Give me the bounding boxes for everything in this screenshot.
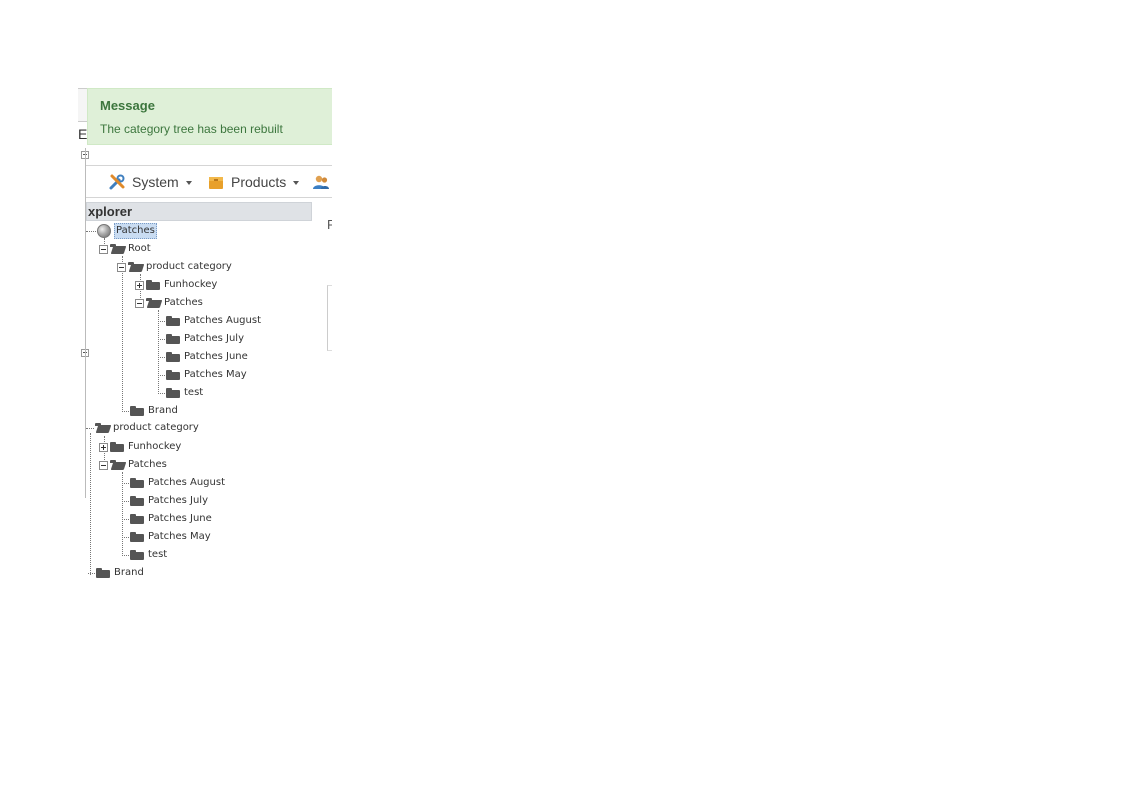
tree-node-patches-august[interactable]: Patches August xyxy=(158,313,263,329)
products-menu-button[interactable]: Products xyxy=(207,172,300,192)
folder-open-icon xyxy=(110,460,124,470)
tree-node-label[interactable]: Patches June xyxy=(182,350,250,364)
tree-node-label[interactable]: test xyxy=(146,548,169,562)
box-icon xyxy=(209,177,223,189)
tree-node-label[interactable]: product category xyxy=(144,260,234,274)
main-toolbar: System Products xyxy=(86,165,332,198)
tree-node-label[interactable]: Brand xyxy=(112,566,146,580)
tree-node-patches-root[interactable]: Patches xyxy=(86,223,157,239)
explorer-header: xplorer xyxy=(86,202,312,221)
tree-node-label[interactable]: Patches August xyxy=(146,476,227,490)
folder-icon xyxy=(166,352,180,362)
tree-node-label[interactable]: Patches July xyxy=(146,494,210,508)
tree-node-funhockey[interactable]: Funhockey xyxy=(135,277,219,293)
chevron-down-icon xyxy=(293,181,300,185)
folder-icon xyxy=(166,334,180,344)
folder-icon xyxy=(130,406,144,416)
folder-icon xyxy=(130,550,144,560)
tools-icon xyxy=(109,174,125,190)
system-menu-button[interactable]: System xyxy=(108,172,192,192)
tree-node-label[interactable]: Patches June xyxy=(146,512,214,526)
success-message: Message The category tree has been rebui… xyxy=(87,88,332,145)
folder-icon xyxy=(130,496,144,506)
tree-node-label[interactable]: Patches xyxy=(162,296,205,310)
tree-node-label[interactable]: Patches July xyxy=(182,332,246,346)
tree-node-root[interactable]: Root xyxy=(99,241,153,257)
message-text: The category tree has been rebuilt xyxy=(100,122,283,136)
tree-node-patches-june[interactable]: Patches June xyxy=(158,349,250,365)
collapse-toggle[interactable] xyxy=(99,460,108,470)
tree-node-label[interactable]: product category xyxy=(111,421,201,435)
drag-node-patches-may[interactable]: Patches May xyxy=(122,529,213,545)
drag-node-patches-june[interactable]: Patches June xyxy=(122,511,214,527)
collapse-toggle[interactable] xyxy=(117,262,126,272)
clipped-heading-letter: E xyxy=(78,126,88,142)
folder-icon xyxy=(130,532,144,542)
folder-icon xyxy=(146,280,160,290)
tree-node-product-category[interactable]: product category xyxy=(117,259,234,275)
folder-icon xyxy=(130,478,144,488)
tree-guide-line xyxy=(85,148,86,498)
tree-node-label[interactable]: Patches May xyxy=(146,530,213,544)
clipped-form-letter: F xyxy=(327,217,332,232)
expand-toggle[interactable] xyxy=(99,442,108,452)
folder-icon xyxy=(166,370,180,380)
message-title: Message xyxy=(100,98,155,113)
folder-open-icon xyxy=(95,423,109,433)
tree-node-label[interactable]: Funhockey xyxy=(126,440,183,454)
tree-node-test[interactable]: test xyxy=(158,385,205,401)
drag-node-patches-july[interactable]: Patches July xyxy=(122,493,210,509)
folder-icon xyxy=(130,514,144,524)
folder-icon xyxy=(166,316,180,326)
folder-icon xyxy=(96,568,110,578)
folder-open-icon xyxy=(146,298,160,308)
chevron-down-icon xyxy=(185,181,192,185)
tree-node-label[interactable]: Patches May xyxy=(182,368,249,382)
tree-node-patches-july[interactable]: Patches July xyxy=(158,331,246,347)
tree-node-label[interactable]: Brand xyxy=(146,404,180,418)
tree-node-patches-may[interactable]: Patches May xyxy=(158,367,249,383)
drag-node-patches-august[interactable]: Patches August xyxy=(122,475,227,491)
globe-icon xyxy=(97,224,111,238)
users-menu-button[interactable] xyxy=(312,172,330,192)
drag-node-product-category[interactable]: product category xyxy=(86,420,201,436)
tree-node-label[interactable]: Patches xyxy=(114,223,157,239)
drag-node-brand[interactable]: Brand xyxy=(88,565,146,581)
tree-node-label[interactable]: Root xyxy=(126,242,153,256)
collapse-toggle[interactable] xyxy=(99,244,108,254)
drag-node-test[interactable]: test xyxy=(122,547,169,563)
tree-node-label[interactable]: test xyxy=(182,386,205,400)
folder-open-icon xyxy=(110,244,124,254)
tree-node-label[interactable]: Funhockey xyxy=(162,278,219,292)
tree-node-patches[interactable]: Patches xyxy=(135,295,205,311)
folder-icon xyxy=(110,442,124,452)
clipped-panel xyxy=(327,285,332,351)
drag-node-funhockey[interactable]: Funhockey xyxy=(99,439,183,455)
folder-open-icon xyxy=(128,262,142,272)
products-menu-label: Products xyxy=(231,174,287,190)
tree-node-label[interactable]: Patches August xyxy=(182,314,263,328)
folder-icon xyxy=(166,388,180,398)
tree-node-brand[interactable]: Brand xyxy=(122,403,180,419)
expand-toggle[interactable] xyxy=(135,280,144,290)
drag-node-patches[interactable]: Patches xyxy=(99,457,169,473)
tree-node-label[interactable]: Patches xyxy=(126,458,169,472)
collapse-toggle[interactable] xyxy=(135,298,144,308)
system-menu-label: System xyxy=(132,174,179,190)
users-icon xyxy=(313,175,329,189)
